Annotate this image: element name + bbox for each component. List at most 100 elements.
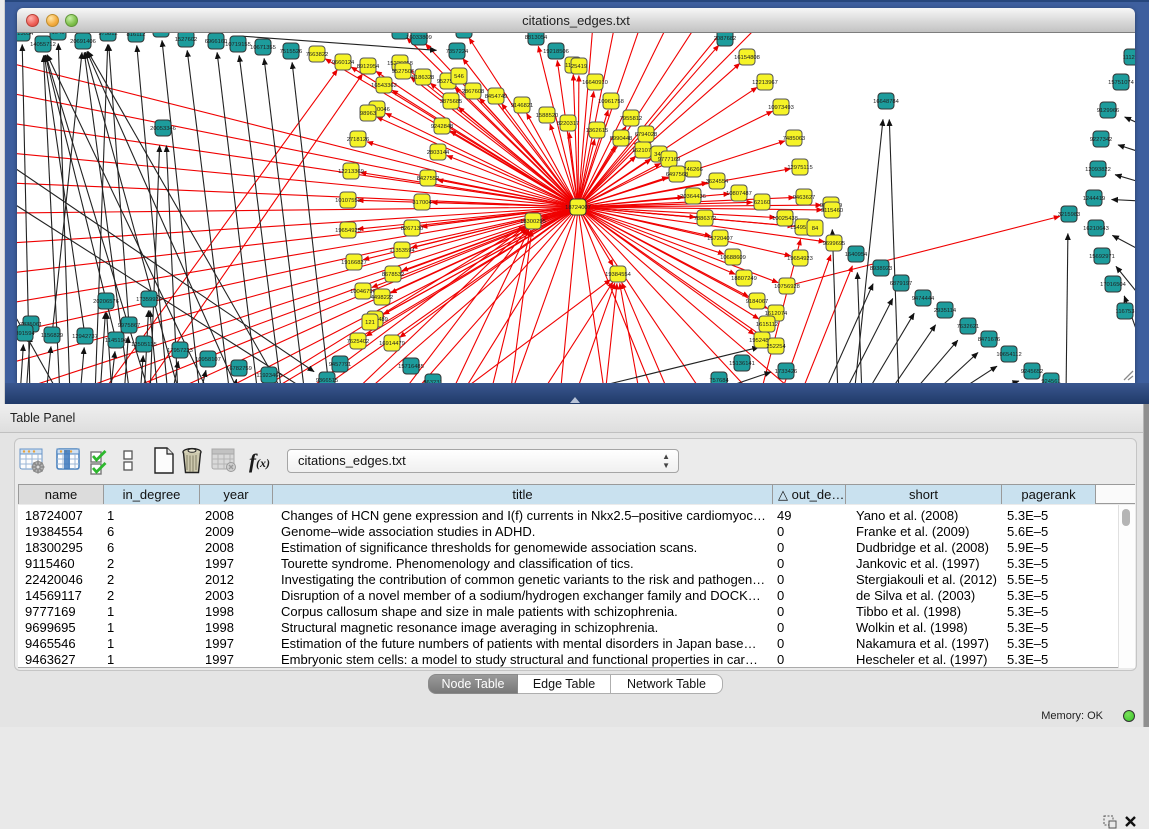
- svg-text:2087682: 2087682: [714, 36, 737, 42]
- svg-text:2935114: 2935114: [934, 308, 957, 314]
- svg-text:317004: 317004: [412, 200, 432, 206]
- svg-text:17957223: 17957223: [167, 348, 193, 354]
- svg-text:1362615: 1362615: [586, 128, 609, 134]
- svg-text:1527602: 1527602: [175, 37, 198, 43]
- svg-text:7663822: 7663822: [306, 52, 329, 58]
- svg-text:15136141: 15136141: [729, 361, 755, 367]
- svg-text:18724007: 18724007: [565, 205, 591, 211]
- svg-text:8938923: 8938923: [870, 266, 893, 272]
- svg-text:18807249: 18807249: [731, 276, 757, 282]
- svg-text:1640954: 1640954: [845, 252, 868, 258]
- svg-text:9146821: 9146821: [511, 103, 534, 109]
- svg-text:391594: 391594: [17, 331, 35, 337]
- svg-text:16648784: 16648784: [873, 99, 900, 105]
- svg-text:8267130: 8267130: [401, 226, 424, 232]
- svg-text:252254: 252254: [766, 344, 786, 350]
- svg-text:19166827: 19166827: [341, 260, 367, 266]
- svg-text:12942737: 12942737: [72, 334, 98, 340]
- svg-text:8220317: 8220317: [557, 121, 580, 127]
- svg-text:975812: 975812: [98, 33, 117, 37]
- svg-text:9660124: 9660124: [332, 60, 355, 66]
- svg-text:816112: 816112: [127, 33, 146, 38]
- svg-text:2867608: 2867608: [462, 89, 485, 95]
- svg-text:18300295: 18300295: [520, 219, 546, 225]
- svg-text:1244419: 1244419: [1083, 196, 1106, 202]
- svg-text:2803144: 2803144: [427, 150, 450, 156]
- svg-text:835061: 835061: [454, 33, 473, 34]
- svg-text:2718126: 2718126: [347, 137, 370, 143]
- svg-text:(x): (x): [256, 456, 270, 470]
- svg-text:9975867: 9975867: [118, 323, 141, 329]
- svg-text:15716485: 15716485: [398, 364, 424, 370]
- svg-text:8427552: 8427552: [417, 176, 440, 182]
- svg-text:121: 121: [365, 320, 375, 326]
- svg-text:6966160: 6966160: [205, 39, 228, 45]
- svg-text:6879197: 6879197: [890, 281, 913, 287]
- svg-text:10961758: 10961758: [598, 99, 624, 105]
- svg-text:116753: 116753: [1116, 309, 1135, 315]
- svg-text:14055712: 14055712: [30, 42, 56, 48]
- svg-text:7485063: 7485063: [783, 136, 806, 142]
- svg-text:111275: 111275: [1123, 55, 1135, 61]
- svg-text:16154808: 16154808: [734, 55, 760, 61]
- svg-text:19218506: 19218506: [543, 49, 569, 55]
- svg-text:12213369: 12213369: [338, 169, 364, 175]
- svg-text:546: 546: [454, 74, 464, 80]
- svg-text:19654925: 19654925: [335, 228, 361, 234]
- svg-text:7955812: 7955812: [620, 116, 643, 122]
- svg-text:8813054: 8813054: [525, 35, 548, 41]
- svg-text:10688609: 10688609: [720, 255, 746, 261]
- svg-text:12505135: 12505135: [131, 342, 157, 348]
- svg-text:16782759: 16782759: [226, 366, 252, 372]
- svg-text:7357224: 7357224: [446, 49, 469, 55]
- svg-text:8813054: 8813054: [17, 33, 34, 37]
- svg-text:3215983: 3215983: [1058, 212, 1081, 218]
- svg-text:8471676: 8471676: [978, 337, 1001, 343]
- svg-text:12975115: 12975115: [787, 165, 812, 171]
- svg-text:1615112: 1615112: [756, 322, 778, 328]
- svg-text:1588520: 1588520: [536, 113, 559, 119]
- svg-text:15751074: 15751074: [1108, 80, 1135, 86]
- svg-text:20364436: 20364436: [680, 194, 706, 200]
- svg-text:10671355: 10671355: [250, 45, 276, 51]
- svg-text:7515526: 7515526: [280, 49, 303, 55]
- svg-text:9129966: 9129966: [1097, 108, 1120, 114]
- svg-text:12213967: 12213967: [752, 80, 778, 86]
- svg-text:20691406: 20691406: [70, 39, 96, 45]
- svg-text:16210643: 16210643: [1083, 226, 1109, 232]
- svg-text:9227342: 9227342: [1090, 137, 1113, 143]
- svg-text:1733426: 1733426: [775, 369, 798, 375]
- svg-text:1156829: 1156829: [41, 333, 63, 339]
- svg-text:1145194: 1145194: [105, 338, 128, 344]
- svg-text:20053346: 20053346: [150, 126, 176, 132]
- svg-text:8454749: 8454749: [485, 94, 508, 100]
- svg-text:9457791: 9457791: [329, 362, 352, 368]
- svg-text:10025438: 10025438: [772, 216, 798, 222]
- svg-text:6497568: 6497568: [666, 172, 689, 178]
- svg-text:9463627: 9463627: [793, 195, 816, 201]
- svg-text:7632621: 7632621: [957, 324, 980, 330]
- svg-text:98963: 98963: [360, 111, 376, 117]
- svg-text:16640910: 16640910: [582, 80, 608, 86]
- svg-text:12093822: 12093822: [1085, 167, 1111, 173]
- svg-text:8678532: 8678532: [382, 272, 405, 278]
- svg-text:8186328: 8186328: [412, 75, 435, 81]
- svg-text:9242848: 9242848: [431, 124, 454, 130]
- svg-text:3875685: 3875685: [440, 99, 463, 105]
- svg-text:7625402: 7625402: [347, 339, 370, 345]
- svg-text:19384554: 19384554: [605, 272, 632, 278]
- svg-text:16543362: 16543362: [371, 83, 397, 89]
- svg-text:11353594: 11353594: [389, 248, 415, 254]
- svg-text:16033809: 16033809: [406, 35, 432, 41]
- svg-text:20206576: 20206576: [93, 299, 119, 305]
- svg-text:17016504: 17016504: [1100, 282, 1127, 288]
- svg-text:3624554: 3624554: [706, 179, 729, 185]
- svg-text:6794028: 6794028: [635, 132, 658, 138]
- svg-text:10973493: 10973493: [768, 105, 794, 111]
- svg-text:84: 84: [812, 226, 819, 232]
- svg-text:11923468: 11923468: [256, 373, 281, 379]
- svg-text:9699695: 9699695: [823, 241, 846, 247]
- svg-text:9245652: 9245652: [1021, 369, 1044, 375]
- svg-text:17359924: 17359924: [136, 297, 163, 303]
- svg-text:62160: 62160: [754, 200, 770, 206]
